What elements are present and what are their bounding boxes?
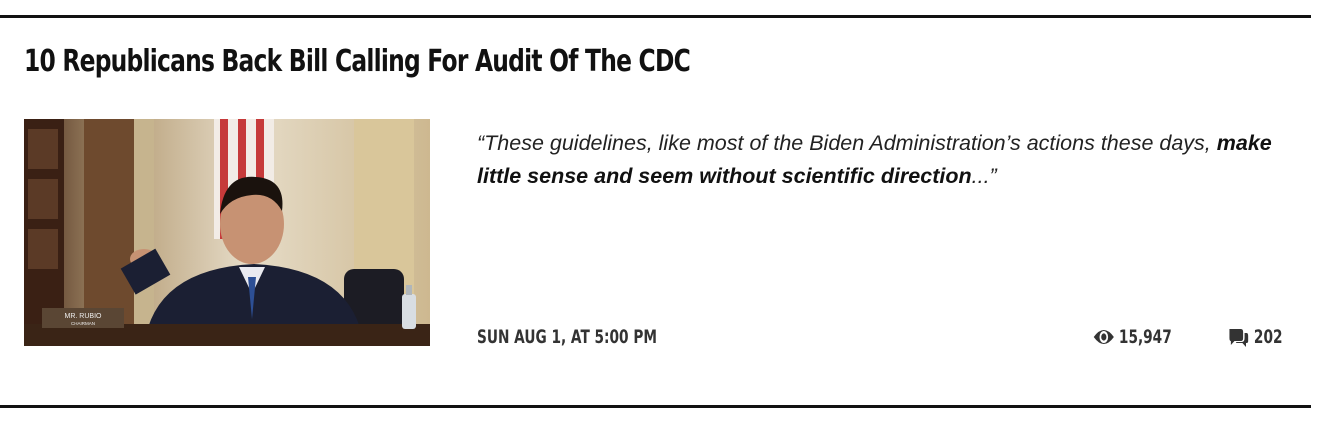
article-excerpt: “These guidelines, like most of the Bide… [477,127,1277,193]
view-count-value: 15,947 [1118,326,1172,348]
comments-icon [1229,329,1249,347]
comment-count-value: 202 [1253,326,1283,348]
article-title[interactable]: 10 Republicans Back Bill Calling For Aud… [24,44,691,79]
article-title-link[interactable]: 10 Republicans Back Bill Calling For Aud… [24,44,691,79]
publish-date: SUN AUG 1, AT 5:00 PM [477,326,657,348]
top-divider [0,15,1311,18]
excerpt-close: ...” [971,164,997,188]
eye-icon [1093,330,1114,344]
article-image: MR. RUBIO CHAIRMAN [24,119,430,346]
comment-count[interactable]: 202 [1228,326,1282,348]
nameplate-name: MR. RUBIO [65,313,103,320]
nameplate-title: CHAIRMAN [71,321,95,326]
article-thumbnail[interactable]: MR. RUBIO CHAIRMAN [24,119,430,346]
excerpt-text: “These guidelines, like most of the Bide… [477,131,1217,155]
bottom-divider [0,405,1311,408]
view-count: 15,947 [1093,326,1172,348]
